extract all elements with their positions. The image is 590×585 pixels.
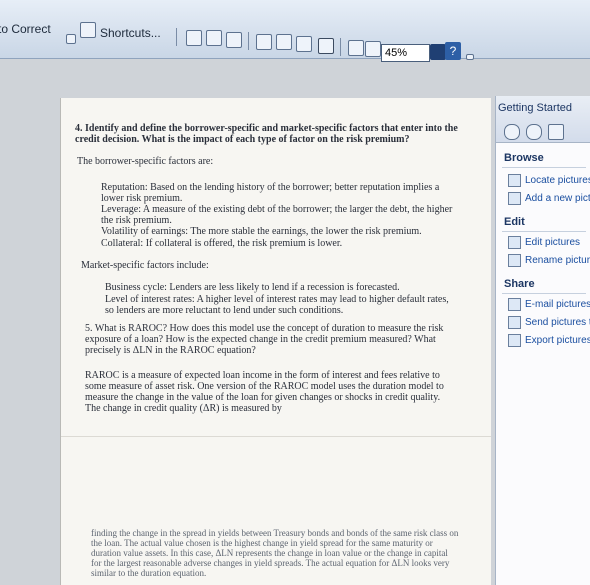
paste-icon[interactable] xyxy=(276,34,292,50)
export-pictures-link[interactable]: Export pictures xyxy=(508,334,590,347)
volatility-text: Volatility of earnings: The more stable … xyxy=(101,226,422,237)
cut-icon[interactable] xyxy=(256,34,272,50)
shortcuts-icon[interactable] xyxy=(80,22,96,38)
send-pictures-link[interactable]: Send pictures to xyxy=(508,316,590,329)
dropdown-arrow-icon[interactable] xyxy=(66,34,76,44)
zoom-dropdown-icon[interactable] xyxy=(430,44,446,60)
chevron-down-icon[interactable] xyxy=(466,54,474,60)
locate-pictures-link[interactable]: Locate pictures xyxy=(508,174,590,187)
section-divider xyxy=(502,231,586,232)
print-icon[interactable] xyxy=(206,30,222,46)
add-picture-icon xyxy=(508,192,521,205)
email-pictures-link[interactable]: E-mail pictures xyxy=(508,298,590,311)
help-button[interactable]: ? xyxy=(445,42,461,60)
correct-label[interactable]: to Correct xyxy=(0,22,51,36)
question-5: 5. What is RAROC? How does this model us… xyxy=(85,323,444,356)
interest-rates-text: Level of interest rates: A higher level … xyxy=(105,294,449,316)
edit-section-header: Edit xyxy=(504,216,525,228)
add-new-picture-link[interactable]: Add a new pict xyxy=(508,192,590,205)
share-section-header: Share xyxy=(504,278,535,290)
zoom-input[interactable]: 45% xyxy=(381,44,430,62)
email-icon xyxy=(508,298,521,311)
rename-icon xyxy=(508,254,521,267)
borrower-factors-header: The borrower-specific factors are: xyxy=(77,156,214,167)
export-icon xyxy=(508,334,521,347)
folder-search-icon xyxy=(508,174,521,187)
collateral-text: Collateral: If collateral is offered, th… xyxy=(101,238,343,249)
toolbar-separator xyxy=(248,32,249,50)
forward-icon[interactable] xyxy=(526,124,542,140)
page-divider xyxy=(61,436,491,437)
document-page: 4. Identify and define the borrower-spec… xyxy=(60,98,491,585)
market-factors-header: Market-specific factors include: xyxy=(81,260,209,271)
bottom-paragraph: finding the change in the spread in yiel… xyxy=(91,528,459,578)
back-icon[interactable] xyxy=(504,124,520,140)
reputation-text: Reputation: Based on the lending history… xyxy=(101,182,440,204)
edit-pictures-link[interactable]: Edit pictures xyxy=(508,236,580,249)
question-4: 4. Identify and define the borrower-spec… xyxy=(75,123,458,145)
copy-icon[interactable] xyxy=(186,30,202,46)
toolbar-separator xyxy=(340,38,341,56)
task-pane: Getting Started Browse Locate pictures A… xyxy=(495,96,590,585)
save-icon[interactable] xyxy=(226,32,242,48)
undo-icon[interactable] xyxy=(348,40,364,56)
rename-picture-link[interactable]: Rename picture xyxy=(508,254,590,267)
pane-title[interactable]: Getting Started xyxy=(498,102,572,114)
toolbar: to Correct Shortcuts... 45% ? xyxy=(0,0,590,62)
send-icon xyxy=(508,316,521,329)
toolbar-separator xyxy=(176,28,177,46)
leverage-text: Leverage: A measure of the existing debt… xyxy=(101,204,453,226)
pane-header: Getting Started xyxy=(496,96,590,143)
home-icon[interactable] xyxy=(548,124,564,140)
business-cycle-text: Business cycle: Lenders are less likely … xyxy=(105,282,400,293)
browse-section-header: Browse xyxy=(504,152,544,164)
shortcuts-button[interactable]: Shortcuts... xyxy=(100,26,161,40)
section-divider xyxy=(502,293,586,294)
delete-icon[interactable] xyxy=(318,38,334,54)
raroc-paragraph: RAROC is a measure of expected loan inco… xyxy=(85,370,444,414)
edit-picture-icon xyxy=(508,236,521,249)
section-divider xyxy=(502,167,586,168)
redo-icon[interactable] xyxy=(365,41,381,57)
format-icon[interactable] xyxy=(296,36,312,52)
